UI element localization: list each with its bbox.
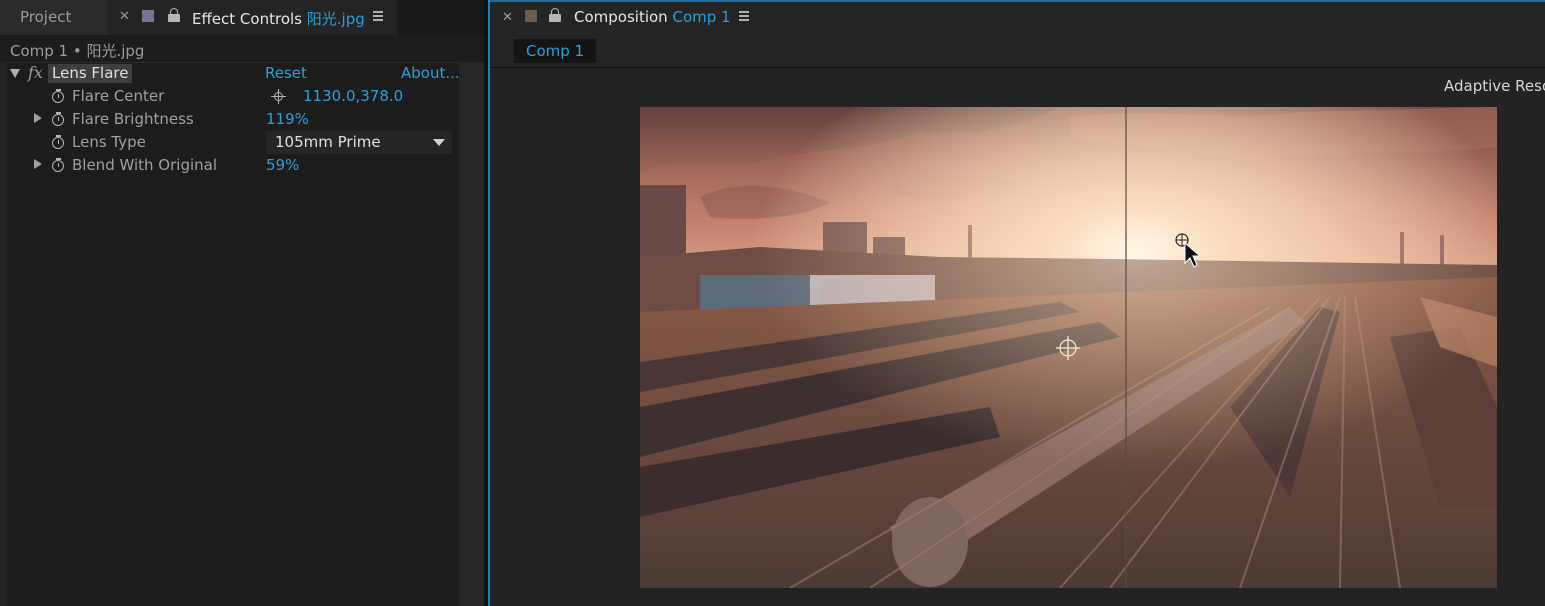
lock-icon[interactable]	[549, 8, 561, 22]
tab-effect-controls-title: Effect Controls 阳光.jpg	[192, 10, 365, 28]
panel-menu-icon[interactable]	[739, 11, 749, 21]
tab-project[interactable]: Project	[0, 0, 107, 35]
expand-triangle-icon[interactable]	[34, 113, 42, 123]
close-icon[interactable]: ✕	[119, 9, 130, 24]
tab-project-label: Project	[20, 8, 72, 26]
lens-type-dropdown[interactable]: 105mm Prime	[266, 131, 452, 154]
property-row-flare-center: Flare Center 1130.0,378.0	[0, 85, 459, 108]
stopwatch-icon[interactable]	[52, 89, 65, 103]
sunset-rail-yard-image	[640, 107, 1497, 588]
reset-link[interactable]: Reset	[265, 64, 307, 82]
layer-subtitle: Comp 1 • 阳光.jpg	[10, 42, 145, 60]
flare-center-value[interactable]: 1130.0,378.0	[303, 87, 403, 105]
lens-type-selected: 105mm Prime	[275, 133, 381, 151]
chevron-down-icon	[433, 139, 445, 146]
composition-frame[interactable]	[640, 107, 1497, 588]
effect-row-lens-flare[interactable]: fx Lens Flare Reset About...	[0, 62, 460, 85]
comp-1-label: Comp 1	[526, 42, 585, 60]
composition-navigator: Comp 1	[490, 35, 1545, 67]
property-label: Lens Type	[72, 133, 146, 151]
comp-1-button[interactable]: Comp 1	[514, 39, 596, 63]
left-tab-bar: Project ✕ Effect Controls 阳光.jpg	[0, 0, 484, 35]
collapse-triangle-icon[interactable]	[10, 69, 20, 78]
property-row-lens-type: Lens Type 105mm Prime	[0, 131, 459, 154]
expand-triangle-icon[interactable]	[34, 159, 42, 169]
composition-viewer[interactable]: Adaptive Reso	[490, 68, 1545, 606]
lock-icon[interactable]	[168, 8, 180, 22]
tab-composition-title[interactable]: Composition Comp 1	[574, 8, 731, 26]
panel-menu-icon[interactable]	[373, 11, 383, 21]
property-label: Flare Brightness	[72, 110, 194, 128]
property-label: Flare Center	[72, 87, 165, 105]
effect-controls-panel: Project ✕ Effect Controls 阳光.jpg Comp 1 …	[0, 0, 484, 606]
property-label: Blend With Original	[72, 156, 218, 174]
effect-name[interactable]: Lens Flare	[48, 64, 133, 83]
label-color-swatch	[525, 10, 537, 22]
composition-panel: ✕ Composition Comp 1 Comp 1 Adaptive Res…	[490, 0, 1545, 606]
close-icon[interactable]: ✕	[502, 10, 513, 25]
about-link[interactable]: About...	[401, 64, 460, 82]
crosshair-icon[interactable]	[271, 89, 286, 104]
blend-value[interactable]: 59%	[266, 156, 299, 174]
property-row-blend-with-original: Blend With Original 59%	[0, 154, 459, 177]
fx-icon[interactable]: fx	[28, 63, 43, 82]
composition-tab-bar: ✕ Composition Comp 1	[490, 0, 1545, 35]
tab-effect-controls[interactable]: ✕ Effect Controls 阳光.jpg	[107, 0, 397, 35]
adaptive-resolution-label: Adaptive Reso	[1444, 77, 1545, 95]
label-color-swatch	[142, 10, 154, 22]
stopwatch-icon[interactable]	[52, 112, 65, 126]
stopwatch-icon[interactable]	[52, 135, 65, 149]
stopwatch-icon[interactable]	[52, 158, 65, 172]
flare-brightness-value[interactable]: 119%	[266, 110, 309, 128]
scroll-column	[459, 62, 484, 606]
property-row-flare-brightness: Flare Brightness 119%	[0, 108, 459, 131]
